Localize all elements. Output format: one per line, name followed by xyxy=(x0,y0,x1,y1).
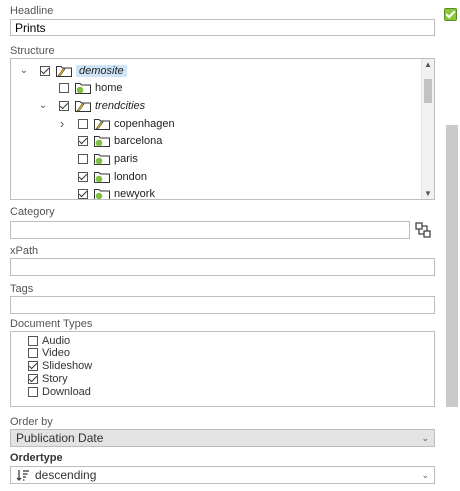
tree-item-london[interactable]: london xyxy=(56,168,147,185)
xpath-label: xPath xyxy=(10,245,39,257)
document-types-label: Document Types xyxy=(10,318,93,330)
publish-status-icon[interactable] xyxy=(444,8,457,21)
category-label: Category xyxy=(10,206,55,218)
category-picker-icon[interactable] xyxy=(414,221,432,239)
structure-label: Structure xyxy=(10,45,55,57)
tree-item-label: barcelona xyxy=(114,135,163,148)
tree-item-label: newyork xyxy=(114,188,155,200)
headline-input[interactable] xyxy=(11,20,434,35)
tree-item-newyork[interactable]: newyork xyxy=(56,186,155,200)
tree-item-copenhagen[interactable]: › copenhagen xyxy=(56,115,175,132)
ordertype-select[interactable]: descending ⌄ xyxy=(10,466,435,484)
folder-icon xyxy=(94,153,110,165)
order-by-value: Publication Date xyxy=(16,431,104,445)
tags-field[interactable] xyxy=(10,296,435,314)
headline-label: Headline xyxy=(10,5,54,17)
chevron-down-icon[interactable]: ⌄ xyxy=(18,65,30,76)
tree-checkbox[interactable] xyxy=(78,189,88,199)
ordertype-label: Ordertype xyxy=(10,452,63,464)
chevron-down-icon[interactable]: ⌄ xyxy=(37,100,49,111)
headline-field[interactable] xyxy=(10,19,435,36)
doc-type-item-audio[interactable]: Audio xyxy=(28,334,70,347)
category-input[interactable] xyxy=(11,222,409,238)
chevron-down-icon: ⌄ xyxy=(421,470,429,480)
tree-checkbox[interactable] xyxy=(78,136,88,147)
scroll-up-icon[interactable]: ▲ xyxy=(422,60,434,69)
folder-icon xyxy=(94,118,110,130)
doc-type-label: Audio xyxy=(42,334,71,347)
scroll-thumb[interactable] xyxy=(424,79,432,103)
sort-descending-icon xyxy=(16,469,30,481)
doc-type-label: Slideshow xyxy=(42,360,93,373)
tree-checkbox[interactable] xyxy=(78,171,88,182)
folder-icon xyxy=(94,135,110,148)
doc-type-checkbox[interactable] xyxy=(28,348,38,359)
order-by-label: Order by xyxy=(10,416,53,428)
doc-type-checkbox[interactable] xyxy=(28,373,38,384)
ordertype-value: descending xyxy=(35,468,97,482)
folder-icon xyxy=(75,82,91,95)
tree-item-label: copenhagen xyxy=(114,117,175,130)
tree-checkbox[interactable] xyxy=(40,65,50,76)
tree-checkbox[interactable] xyxy=(78,154,88,164)
doc-type-label: Story xyxy=(42,372,68,385)
chevron-down-icon: ⌄ xyxy=(421,433,429,443)
doc-type-item-download[interactable]: Download xyxy=(28,385,91,398)
tags-input[interactable] xyxy=(11,297,434,313)
structure-tree[interactable]: ⌄ demosite home ⌄ trendcities › copenhagen barc… xyxy=(10,58,435,200)
document-types-list: Audio Video Slideshow Story Download xyxy=(10,331,435,407)
chevron-right-icon[interactable]: › xyxy=(56,116,68,131)
tree-item-paris[interactable]: paris xyxy=(56,151,138,168)
doc-type-checkbox[interactable] xyxy=(28,361,38,372)
folder-icon xyxy=(75,100,91,112)
order-by-select[interactable]: Publication Date ⌄ xyxy=(10,429,435,447)
doc-type-item-video[interactable]: Video xyxy=(28,347,70,360)
tree-item-label: london xyxy=(114,170,148,183)
doc-type-item-slideshow[interactable]: Slideshow xyxy=(28,360,92,373)
folder-icon xyxy=(94,171,110,183)
folder-icon xyxy=(56,65,72,77)
xpath-field[interactable] xyxy=(10,258,435,276)
doc-type-label: Download xyxy=(42,385,91,398)
doc-type-label: Video xyxy=(42,347,70,360)
page-scrollbar[interactable] xyxy=(446,125,458,407)
tree-item-label: paris xyxy=(114,153,138,165)
tree-checkbox[interactable] xyxy=(78,118,88,129)
tree-checkbox[interactable] xyxy=(59,83,69,94)
category-field[interactable] xyxy=(10,221,410,239)
tree-item-home[interactable]: home xyxy=(37,80,123,97)
xpath-input[interactable] xyxy=(11,259,434,275)
tree-item-label: demosite xyxy=(76,64,127,77)
doc-type-checkbox[interactable] xyxy=(28,335,38,346)
tree-checkbox[interactable] xyxy=(59,100,69,111)
tree-item-label: trendcities xyxy=(95,99,146,112)
doc-type-checkbox[interactable] xyxy=(28,386,38,397)
folder-icon xyxy=(94,188,110,199)
tree-item-demosite[interactable]: ⌄ demosite xyxy=(18,62,127,79)
tree-item-label: home xyxy=(95,82,123,95)
tree-item-trendcities[interactable]: ⌄ trendcities xyxy=(37,97,145,114)
scroll-down-icon[interactable]: ▼ xyxy=(422,189,434,198)
tags-label: Tags xyxy=(10,283,34,295)
tree-item-barcelona[interactable]: barcelona xyxy=(56,133,162,150)
structure-scrollbar[interactable]: ▲ ▼ xyxy=(421,59,434,199)
doc-type-item-story[interactable]: Story xyxy=(28,372,68,385)
